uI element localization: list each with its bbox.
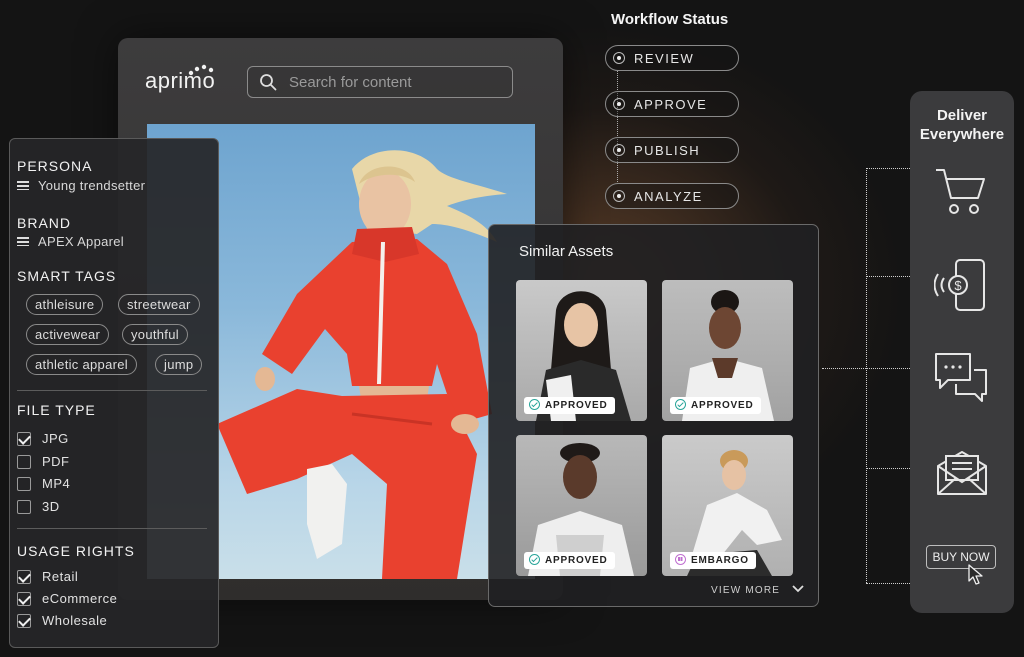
status-text: APPROVED	[545, 555, 608, 566]
checkbox-icon	[17, 477, 31, 491]
usage-retail-checkbox[interactable]: Retail	[17, 569, 78, 584]
smart-tags-heading: SMART TAGS	[17, 268, 117, 284]
connector-line	[866, 583, 910, 584]
status-text: EMBARGO	[691, 555, 749, 566]
workflow-step-analyze[interactable]: ANALYZE	[605, 183, 739, 209]
pause-circle-icon	[675, 554, 686, 565]
radio-icon	[613, 144, 625, 156]
check-circle-icon	[529, 554, 540, 565]
brand-value[interactable]: APEX Apparel	[17, 234, 124, 249]
workflow-step-publish[interactable]: PUBLISH	[605, 137, 739, 163]
connector-line	[866, 276, 910, 277]
view-more-label: VIEW MORE	[711, 585, 781, 596]
status-badge: EMBARGO	[670, 552, 756, 569]
usage-rights-heading: USAGE RIGHTS	[17, 543, 135, 559]
shopping-cart-icon[interactable]	[934, 166, 988, 216]
deliver-title: Deliver Everywhere	[910, 106, 1014, 144]
checkbox-label: JPG	[42, 431, 69, 446]
tag-chip[interactable]: athleisure	[26, 294, 104, 315]
cursor-icon	[968, 564, 983, 585]
file-type-jpg-checkbox[interactable]: JPG	[17, 431, 69, 446]
divider	[17, 528, 207, 529]
checkbox-label: Wholesale	[42, 613, 108, 628]
checkbox-checked-icon	[17, 432, 31, 446]
connector-line	[822, 368, 910, 369]
file-type-mp4-checkbox[interactable]: MP4	[17, 476, 70, 491]
status-badge: APPROVED	[524, 552, 615, 569]
connector-line	[866, 468, 910, 469]
svg-text:$: $	[954, 278, 962, 293]
checkbox-label: Retail	[42, 569, 79, 584]
asset-thumbnail[interactable]: APPROVED	[516, 280, 647, 421]
workflow-step-label: REVIEW	[634, 51, 695, 66]
email-icon[interactable]	[936, 448, 988, 496]
checkbox-label: MP4	[42, 476, 71, 491]
search-icon	[260, 74, 277, 91]
menu-icon	[17, 237, 29, 246]
checkbox-icon	[17, 500, 31, 514]
workflow-connector	[617, 70, 618, 184]
workflow-step-label: PUBLISH	[634, 143, 701, 158]
checkbox-checked-icon	[17, 592, 31, 606]
persona-value[interactable]: Young trendsetter	[17, 178, 145, 193]
chat-icon[interactable]	[934, 352, 988, 404]
deliver-title-line: Deliver	[936, 107, 988, 124]
tag-chip[interactable]: activewear	[26, 324, 110, 345]
workflow-step-label: ANALYZE	[634, 189, 703, 204]
chevron-down-icon	[792, 585, 804, 593]
workflow-step-approve[interactable]: APPROVE	[605, 91, 739, 117]
persona-value-text: Young trendsetter	[38, 178, 146, 193]
radio-icon	[613, 98, 625, 110]
divider	[17, 390, 207, 391]
similar-assets-title: Similar Assets	[519, 243, 614, 260]
search-input[interactable]: Search for content	[247, 66, 513, 98]
tag-chip[interactable]: athletic apparel	[26, 354, 137, 375]
asset-thumbnail[interactable]: EMBARGO	[662, 435, 793, 576]
checkbox-label: 3D	[42, 499, 60, 514]
brand-value-text: APEX Apparel	[38, 234, 124, 249]
workflow-step-review[interactable]: REVIEW	[605, 45, 739, 71]
tag-chip[interactable]: streetwear	[118, 294, 200, 315]
radio-icon	[613, 52, 625, 64]
asset-thumbnail[interactable]: APPROVED	[516, 435, 647, 576]
file-type-pdf-checkbox[interactable]: PDF	[17, 454, 70, 469]
tag-chip[interactable]: jump	[155, 354, 203, 375]
usage-ecommerce-checkbox[interactable]: eCommerce	[17, 591, 117, 606]
status-badge: APPROVED	[670, 397, 761, 414]
checkbox-label: PDF	[42, 454, 70, 469]
tag-chip[interactable]: youthful	[122, 324, 188, 345]
status-text: APPROVED	[691, 400, 754, 411]
deliver-title-line: Everywhere	[919, 126, 1005, 143]
status-badge: APPROVED	[524, 397, 615, 414]
search-placeholder: Search for content	[289, 74, 412, 91]
asset-thumbnail[interactable]: APPROVED	[662, 280, 793, 421]
file-type-3d-checkbox[interactable]: 3D	[17, 499, 60, 514]
workflow-title: Workflow Status	[611, 11, 729, 28]
status-text: APPROVED	[545, 400, 608, 411]
view-more-link[interactable]: VIEW MORE	[711, 585, 804, 596]
persona-heading: PERSONA	[17, 158, 93, 174]
connector-line	[866, 168, 910, 169]
brand-heading: BRAND	[17, 215, 72, 231]
file-type-heading: FILE TYPE	[17, 402, 96, 418]
mobile-payment-icon[interactable]: $	[934, 258, 988, 312]
usage-wholesale-checkbox[interactable]: Wholesale	[17, 613, 107, 628]
logo-dots-icon	[188, 64, 214, 76]
connector-line	[866, 168, 867, 583]
checkbox-icon	[17, 455, 31, 469]
check-circle-icon	[529, 399, 540, 410]
radio-icon	[613, 190, 625, 202]
menu-icon	[17, 181, 29, 190]
check-circle-icon	[675, 399, 686, 410]
checkbox-label: eCommerce	[42, 591, 118, 606]
workflow-step-label: APPROVE	[634, 97, 708, 112]
checkbox-checked-icon	[17, 614, 31, 628]
checkbox-checked-icon	[17, 570, 31, 584]
